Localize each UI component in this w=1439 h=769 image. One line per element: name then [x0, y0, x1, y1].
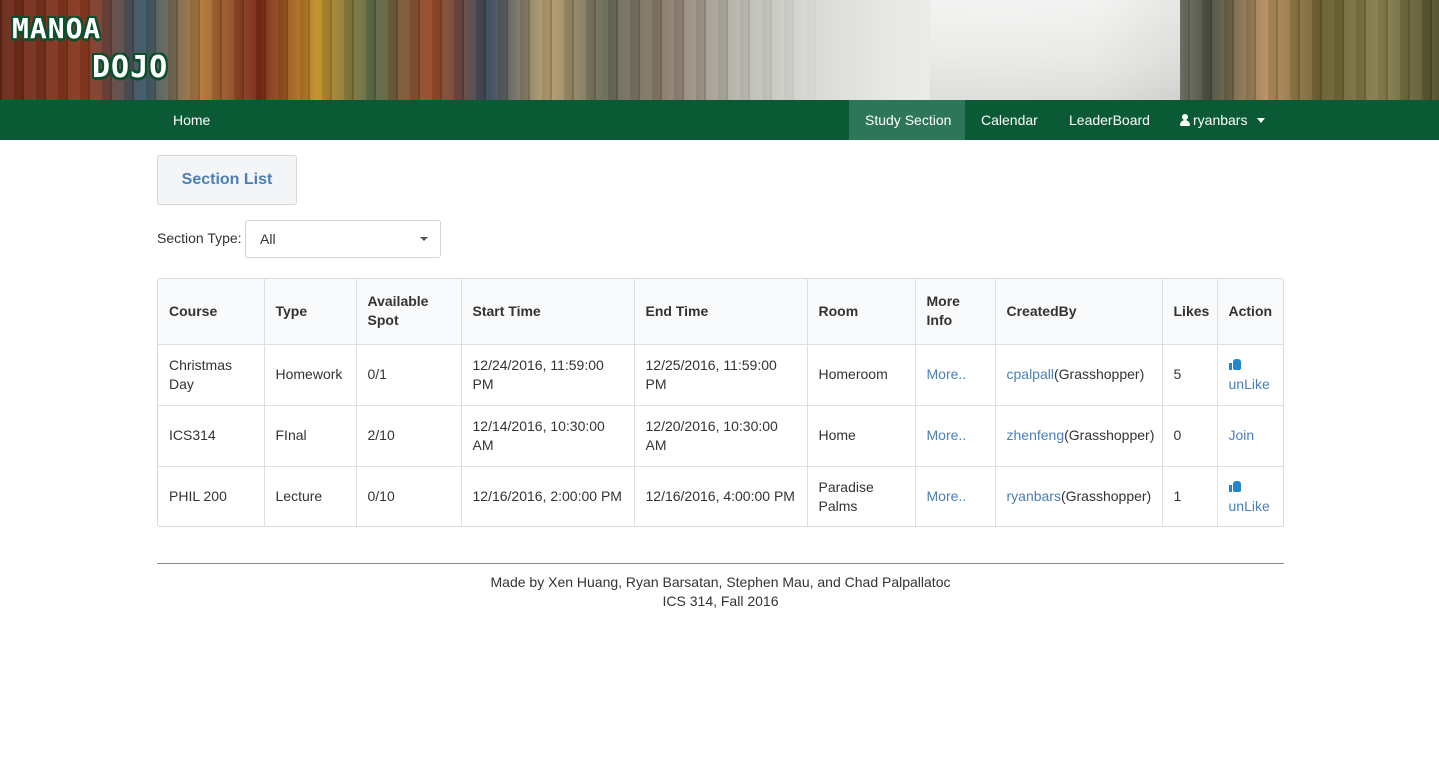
cell-more-info: More..	[915, 344, 996, 405]
section-type-label: Section Type:	[157, 230, 242, 246]
table-header-row: Course Type Available Spot Start Time En…	[158, 279, 1283, 345]
cell-type: FInal	[264, 404, 357, 466]
header-banner: MANOA DOJO	[0, 0, 1439, 100]
section-type-value: All	[260, 231, 276, 247]
cell-room: Home	[807, 404, 916, 466]
creator-link[interactable]: cpalpall	[1007, 366, 1054, 382]
header-course: Course	[158, 279, 265, 345]
more-info-link[interactable]: More..	[927, 427, 967, 443]
user-icon	[1180, 114, 1190, 126]
creator-role: (Grasshopper)	[1064, 427, 1155, 443]
caret-down-icon	[1257, 118, 1266, 123]
section-table: Course Type Available Spot Start Time En…	[157, 278, 1284, 527]
bookshelf-image	[0, 0, 1439, 100]
nav-home[interactable]: Home	[157, 100, 226, 140]
thumbs-up-icon	[1228, 480, 1241, 492]
page-footer: Made by Xen Huang, Ryan Barsatan, Stephe…	[157, 573, 1284, 611]
cell-course: ICS314	[158, 404, 265, 466]
top-navbar: Home Study Section Calendar LeaderBoard …	[0, 100, 1439, 140]
cell-course: PHIL 200	[158, 465, 265, 526]
cell-course: Christmas Day	[158, 344, 265, 405]
cell-more-info: More..	[915, 465, 996, 526]
table-row: Christmas Day Homework 0/1 12/24/2016, 1…	[158, 344, 1283, 405]
cell-start-time: 12/16/2016, 2:00:00 PM	[461, 465, 635, 526]
cell-start-time: 12/14/2016, 10:30:00 AM	[461, 404, 635, 466]
cell-type: Lecture	[264, 465, 357, 526]
creator-role: (Grasshopper)	[1060, 488, 1152, 505]
logo-line-1: MANOA	[12, 12, 102, 45]
cell-likes: 0	[1162, 404, 1218, 466]
action-label: unLike	[1228, 497, 1270, 514]
footer-divider	[157, 563, 1284, 564]
cell-room: Paradise Palms	[807, 465, 916, 526]
nav-study-section[interactable]: Study Section	[849, 100, 965, 140]
section-type-dropdown[interactable]: All	[245, 220, 441, 258]
cell-more-info: More..	[915, 404, 996, 466]
cell-end-time: 12/16/2016, 4:00:00 PM	[634, 465, 808, 526]
thumbs-up-icon	[1228, 358, 1241, 370]
cell-action: unLike	[1217, 344, 1283, 405]
header-likes: Likes	[1162, 279, 1218, 345]
more-info-link[interactable]: More..	[927, 488, 967, 504]
caret-down-icon	[420, 237, 428, 241]
unlike-button[interactable]: unLike	[1228, 478, 1274, 516]
header-action: Action	[1217, 279, 1283, 345]
cell-end-time: 12/20/2016, 10:30:00 AM	[634, 404, 808, 466]
footer-credits: Made by Xen Huang, Ryan Barsatan, Stephe…	[490, 574, 951, 590]
section-list-header: Section List	[157, 155, 297, 205]
logo-line-2: DOJO	[92, 50, 169, 85]
cell-type: Homework	[264, 344, 357, 405]
library-window	[930, 0, 1180, 100]
header-more-info: More Info	[915, 279, 996, 345]
creator-link[interactable]: ryanbars	[1007, 488, 1061, 504]
cell-available: 0/1	[356, 344, 462, 405]
header-created-by: CreatedBy	[995, 279, 1163, 345]
cell-room: Homeroom	[807, 344, 916, 405]
header-type: Type	[264, 279, 357, 345]
cell-available: 2/10	[356, 404, 462, 466]
cell-action: Join	[1217, 404, 1283, 466]
user-name: ryanbars	[1193, 112, 1248, 128]
table-row: ICS314 FInal 2/10 12/14/2016, 10:30:00 A…	[158, 404, 1283, 466]
cell-end-time: 12/25/2016, 11:59:00 PM	[634, 344, 808, 405]
header-room: Room	[807, 279, 916, 345]
more-info-link[interactable]: More..	[927, 366, 967, 382]
cell-created-by: ryanbars(Grasshopper)	[995, 465, 1163, 526]
table-row: PHIL 200 Lecture 0/10 12/16/2016, 2:00:0…	[158, 465, 1283, 526]
footer-course: ICS 314, Fall 2016	[662, 593, 779, 609]
header-available-spot: Available Spot	[356, 279, 462, 345]
unlike-button[interactable]: unLike	[1228, 356, 1274, 394]
cell-likes: 5	[1162, 344, 1218, 405]
header-end-time: End Time	[634, 279, 808, 345]
action-label: unLike	[1228, 375, 1270, 392]
cell-created-by: cpalpall(Grasshopper)	[995, 344, 1163, 405]
nav-leaderboard[interactable]: LeaderBoard	[1053, 100, 1166, 140]
creator-link[interactable]: zhenfeng	[1007, 427, 1065, 443]
cell-likes: 1	[1162, 465, 1218, 526]
cell-available: 0/10	[356, 465, 462, 526]
nav-calendar[interactable]: Calendar	[965, 100, 1054, 140]
cell-start-time: 12/24/2016, 11:59:00 PM	[461, 344, 635, 405]
cell-created-by: zhenfeng(Grasshopper)	[995, 404, 1163, 466]
user-menu-dropdown[interactable]: ryanbars	[1164, 100, 1281, 140]
header-start-time: Start Time	[461, 279, 635, 345]
creator-role: (Grasshopper)	[1053, 366, 1145, 382]
manoa-dojo-logo[interactable]: MANOA DOJO	[10, 10, 188, 90]
join-button[interactable]: Join	[1229, 427, 1255, 443]
cell-action: unLike	[1217, 465, 1283, 526]
